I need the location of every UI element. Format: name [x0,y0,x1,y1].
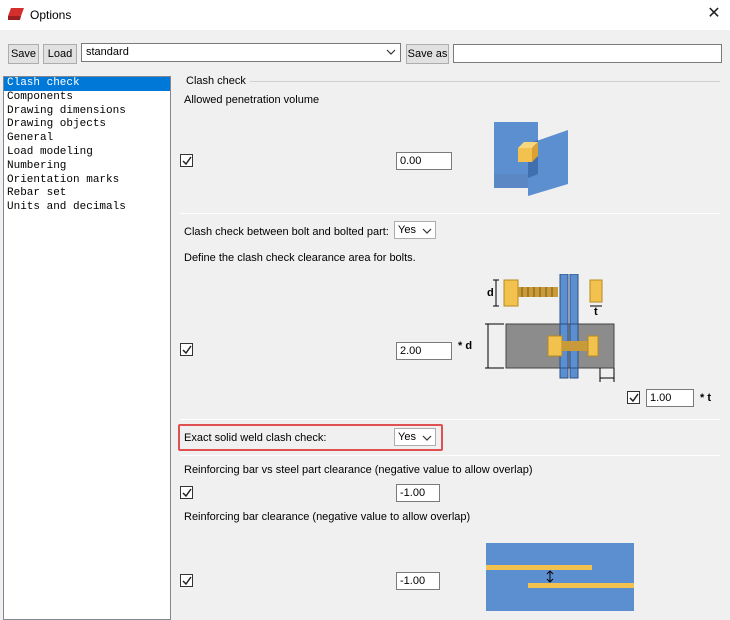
section-divider [180,455,720,456]
penetration-diagram [494,122,568,196]
section-divider [180,213,720,214]
checkmark-icon [182,345,192,355]
close-button[interactable]: ✕ [700,2,728,26]
checkmark-icon [629,393,639,403]
list-item-components[interactable]: Components [4,91,170,105]
list-item-rebar-set[interactable]: Rebar set [4,187,170,201]
list-item-orientation-marks[interactable]: Orientation marks [4,174,170,188]
penetration-checkbox[interactable] [180,154,193,167]
list-item-drawing-objects[interactable]: Drawing objects [4,118,170,132]
list-item-load-modeling[interactable]: Load modeling [4,146,170,160]
bolt-clash-value: Yes [398,224,416,236]
list-item-units-and-decimals[interactable]: Units and decimals [4,201,170,215]
window-title: Options [30,8,72,22]
bolt-t-checkbox[interactable] [627,391,640,404]
bolt-clearance-checkbox[interactable] [180,343,193,356]
section-divider [180,419,720,420]
bolt-clearance-label: Define the clash check clearance area fo… [184,252,416,264]
preset-value: standard [86,46,129,58]
save-as-button[interactable]: Save as [406,44,449,64]
t-factor-suffix: * t [700,392,711,404]
preset-select[interactable]: standard [81,43,401,62]
bolt-clearance-diagram [485,274,615,382]
list-item-numbering[interactable]: Numbering [4,160,170,174]
weld-highlight-frame [178,424,443,451]
chevron-down-icon [422,228,432,234]
rebar-steel-value-input[interactable]: -1.00 [396,484,440,502]
close-icon: ✕ [707,5,721,22]
diagram-d-label: d [487,287,494,299]
group-divider [250,81,720,82]
load-button[interactable]: Load [43,44,77,64]
save-button[interactable]: Save [8,44,39,64]
group-title: Clash check [186,75,246,87]
checkmark-icon [182,156,192,166]
d-factor-suffix: * d [458,340,473,352]
penetration-value-input[interactable]: 0.00 [396,152,452,170]
bolt-d-factor-input[interactable]: 2.00 [396,342,452,360]
rebar-clearance-value-input[interactable]: -1.00 [396,572,440,590]
rebar-clearance-diagram [486,543,634,611]
title-bar: Options ✕ [0,0,730,30]
bolt-clash-select[interactable]: Yes [394,221,436,239]
penetration-label: Allowed penetration volume [184,94,320,106]
settings-panel [178,76,730,620]
list-item-general[interactable]: General [4,132,170,146]
chevron-down-icon [386,49,396,55]
rebar-clearance-label: Reinforcing bar clearance (negative valu… [184,511,471,523]
bolt-clash-label: Clash check between bolt and bolted part… [184,226,389,238]
bolt-t-factor-input[interactable]: 1.00 [646,389,694,407]
app-icon [8,8,24,20]
checkmark-icon [182,576,192,586]
rebar-steel-label: Reinforcing bar vs steel part clearance … [184,464,533,476]
vertical-scrollbar[interactable] [719,76,730,620]
checkmark-icon [182,488,192,498]
list-item-clash-check[interactable]: Clash check [4,77,170,91]
list-item-drawing-dimensions[interactable]: Drawing dimensions [4,105,170,119]
diagram-t-label: t [594,306,598,318]
rebar-clearance-checkbox[interactable] [180,574,193,587]
category-list: Clash check Components Drawing dimension… [3,76,171,620]
save-as-input[interactable] [453,44,722,63]
rebar-steel-checkbox[interactable] [180,486,193,499]
